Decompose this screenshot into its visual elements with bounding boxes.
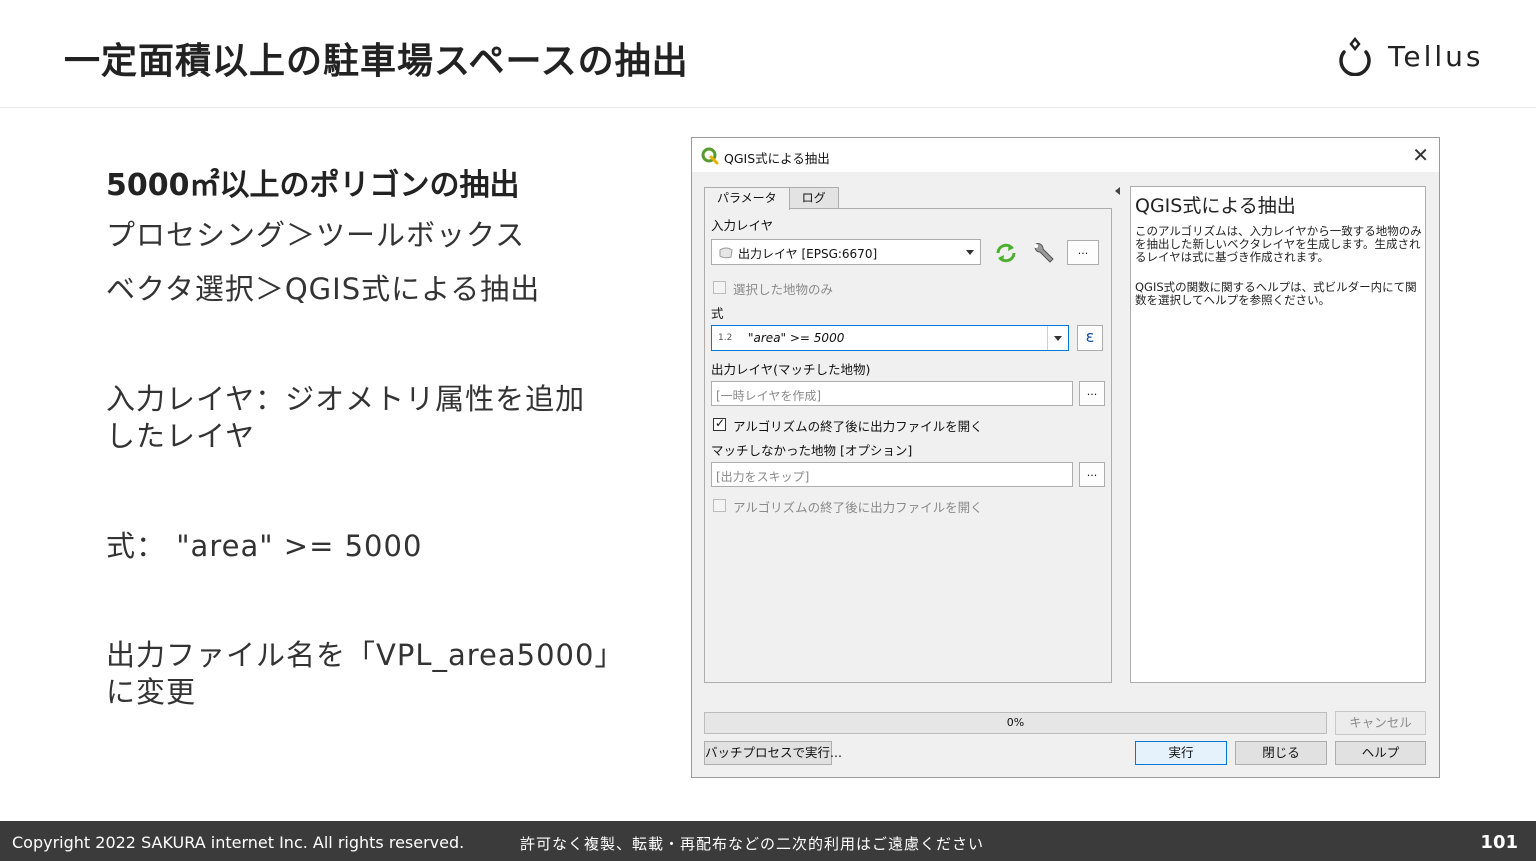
input-layer-combo[interactable]: 出力レイヤ [EPSG:6670] (711, 239, 981, 265)
unmatched-placeholder: [出力をスキップ] (716, 470, 810, 484)
wrench-icon[interactable] (1029, 239, 1057, 267)
tab-parameters[interactable]: パラメータ (704, 187, 790, 210)
run-button[interactable]: 実行 (1135, 741, 1227, 765)
dialog-tabs: パラメータ ログ (704, 187, 839, 210)
selected-only-label: 選択した地物のみ (733, 282, 834, 297)
qgis-icon (701, 147, 719, 165)
input-options-button[interactable]: ... (1067, 240, 1099, 265)
open-after-label: アルゴリズムの終了後に出力ファイルを開く (733, 419, 983, 434)
close-button[interactable]: 閉じる (1235, 741, 1327, 765)
logo-text: Tellus (1388, 39, 1484, 73)
unmatched-label: マッチしなかった地物 [オプション] (711, 443, 913, 458)
page-number: 101 (1480, 832, 1518, 853)
open-after-checkbox-2[interactable] (713, 499, 726, 512)
usage-notice: 許可なく複製、転載・再配布などの二次的利用はご遠慮ください (520, 835, 985, 853)
expression-label: 式 (711, 306, 724, 321)
output-layer-field[interactable]: [一時レイヤを作成] (711, 381, 1073, 406)
help-paragraph-1: このアルゴリズムは、入力レイヤから一致する地物のみを抽出した新しいベクタレイヤを… (1135, 224, 1422, 264)
unmatched-field[interactable]: [出力をスキップ] (711, 462, 1073, 487)
slide-title: 一定面積以上の駐車場スペースの抽出 (64, 41, 689, 82)
qgis-extract-dialog: QGIS式による抽出 ✕ パラメータ ログ 入力レイヤ 出力レイヤ [EPSG:… (691, 137, 1440, 778)
expression-builder-button[interactable]: ε (1077, 325, 1103, 351)
slide-header: 一定面積以上の駐車場スペースの抽出 Tellus (0, 0, 1536, 108)
output-layer-placeholder: [一時レイヤを作成] (716, 389, 822, 403)
text-line-output-name: 出力ファイル名を「VPL_area5000」 (106, 638, 625, 672)
help-title: QGIS式による抽出 (1135, 195, 1296, 217)
text-line-input-layer: 入力レイヤ：ジオメトリ属性を追加 (106, 382, 586, 416)
input-layer-value: 出力レイヤ [EPSG:6670] (738, 247, 878, 261)
input-layer-label: 入力レイヤ (711, 218, 774, 233)
output-layer-label: 出力レイヤ(マッチした地物) (711, 362, 871, 377)
cancel-button[interactable]: キャンセル (1335, 711, 1426, 735)
tellus-logo: Tellus (1336, 34, 1483, 78)
help-pane: QGIS式による抽出 このアルゴリズムは、入力レイヤから一致する地物のみを抽出し… (1130, 186, 1426, 683)
unmatched-browse-button[interactable]: ... (1079, 462, 1105, 487)
output-browse-button[interactable]: ... (1079, 381, 1105, 406)
open-after-checkbox[interactable] (713, 416, 726, 431)
dialog-title: QGIS式による抽出 (724, 151, 830, 166)
progress-bar: 0% (704, 712, 1327, 734)
copyright-text: Copyright 2022 SAKURA internet Inc. All … (12, 833, 465, 852)
help-paragraph-2: QGIS式の関数に関するヘルプは、式ビルダー内にて関数を選択してヘルプを参照くだ… (1135, 280, 1417, 307)
chevron-down-icon[interactable] (960, 240, 980, 264)
help-button[interactable]: ヘルプ (1335, 741, 1426, 765)
tab-log[interactable]: ログ (788, 187, 839, 209)
text-line-toolbox: プロセシング＞ツールボックス (106, 218, 526, 252)
subheading: 5000㎡以上のポリゴンの抽出 (106, 168, 520, 203)
collapse-arrow-icon[interactable] (1115, 187, 1120, 195)
iterate-icon[interactable] (993, 241, 1019, 265)
expression-value: "area" >= 5000 (748, 331, 845, 345)
tellus-logo-icon (1339, 36, 1371, 76)
text-line-expression: 式： "area" >= 5000 (106, 529, 423, 563)
dialog-titlebar: QGIS式による抽出 ✕ (692, 138, 1439, 172)
open-after-label-2: アルゴリズムの終了後に出力ファイルを開く (733, 500, 983, 515)
expression-input[interactable]: 1.2 "area" >= 5000 (711, 325, 1069, 351)
chevron-down-icon[interactable] (1048, 326, 1068, 350)
text-line-vector-select: ベクタ選択＞QGIS式による抽出 (106, 272, 541, 306)
expression-type-icon: 1.2 (718, 333, 733, 343)
text-line-output-name-cont: に変更 (106, 675, 197, 709)
footer-bar: Copyright 2022 SAKURA internet Inc. All … (0, 821, 1536, 861)
selected-only-checkbox[interactable] (713, 281, 726, 294)
parameters-panel: 入力レイヤ 出力レイヤ [EPSG:6670] ... 選択した地物のみ 式 1… (704, 208, 1112, 683)
text-line-input-layer-cont: したレイヤ (106, 419, 256, 453)
slide: 一定面積以上の駐車場スペースの抽出 Tellus 5000㎡以上のポリゴンの抽出… (0, 0, 1536, 861)
batch-process-button[interactable]: バッチプロセスで実行... (704, 741, 842, 765)
polygon-layer-icon (719, 247, 733, 259)
close-icon[interactable]: ✕ (1412, 143, 1429, 167)
